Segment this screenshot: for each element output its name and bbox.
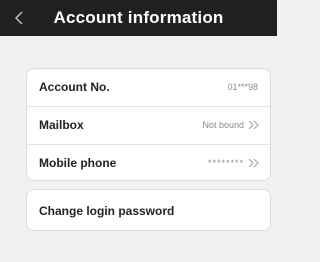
mailbox-label: Mailbox — [39, 118, 84, 132]
account-number-label: Account No. — [39, 80, 110, 94]
title-bar: Account information — [0, 0, 277, 36]
mobile-phone-label: Mobile phone — [39, 156, 117, 170]
mobile-phone-row[interactable]: Mobile phone ******** — [27, 145, 270, 182]
double-chevron-right-icon — [248, 158, 259, 168]
change-password-card[interactable]: Change login password — [26, 189, 271, 231]
page-title: Account information — [53, 8, 224, 27]
mailbox-value: Not bound — [202, 120, 244, 130]
change-password-label: Change login password — [39, 204, 175, 218]
account-number-value: 01***98 — [227, 82, 258, 92]
account-number-row: Account No. 01***98 — [27, 69, 270, 106]
mailbox-row[interactable]: Mailbox Not bound — [27, 107, 270, 144]
double-chevron-right-icon — [248, 120, 259, 130]
mobile-phone-value: ******** — [207, 158, 244, 168]
account-info-card: Account No. 01***98 Mailbox Not bound Mo… — [26, 68, 271, 181]
